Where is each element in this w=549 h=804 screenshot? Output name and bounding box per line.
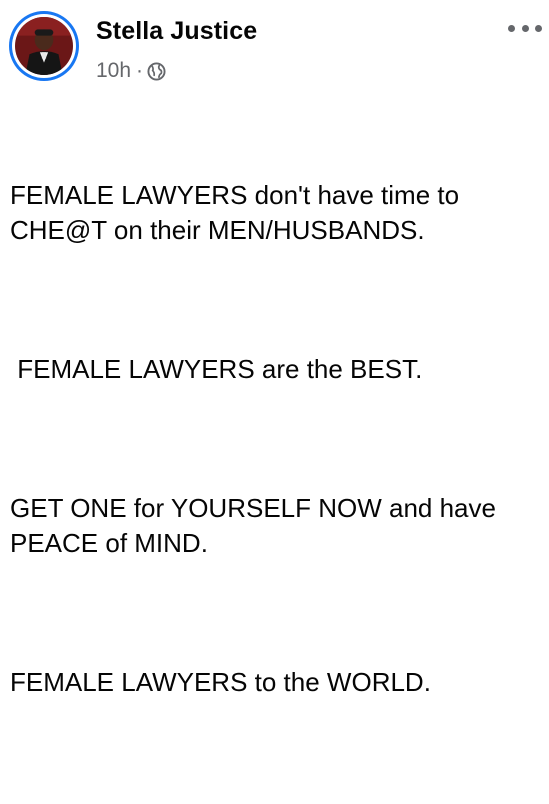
post-body: FEMALE LAWYERS don't have time to CHE@T …	[10, 108, 545, 804]
meta-separator: ·	[136, 59, 144, 82]
post-paragraph: GET ONE for YOURSELF NOW and have PEACE …	[10, 493, 496, 558]
facebook-post: Stella Justice 10h · FEMALE LAWYERS don'…	[0, 0, 549, 697]
author-name[interactable]: Stella Justice	[96, 15, 257, 47]
post-paragraph: FEMALE LAWYERS don't have time to CHE@T …	[10, 180, 460, 245]
post-meta: 10h ·	[96, 57, 166, 85]
avatar[interactable]	[9, 11, 79, 81]
profile-photo	[15, 17, 73, 75]
post-paragraph: FEMALE LAWYERS are the BEST.	[10, 354, 423, 384]
globe-icon[interactable]	[147, 61, 166, 81]
post-paragraph: FEMALE LAWYERS to the WORLD.	[10, 667, 431, 697]
post-timestamp[interactable]: 10h	[96, 59, 131, 83]
more-options-icon[interactable]	[508, 16, 542, 40]
